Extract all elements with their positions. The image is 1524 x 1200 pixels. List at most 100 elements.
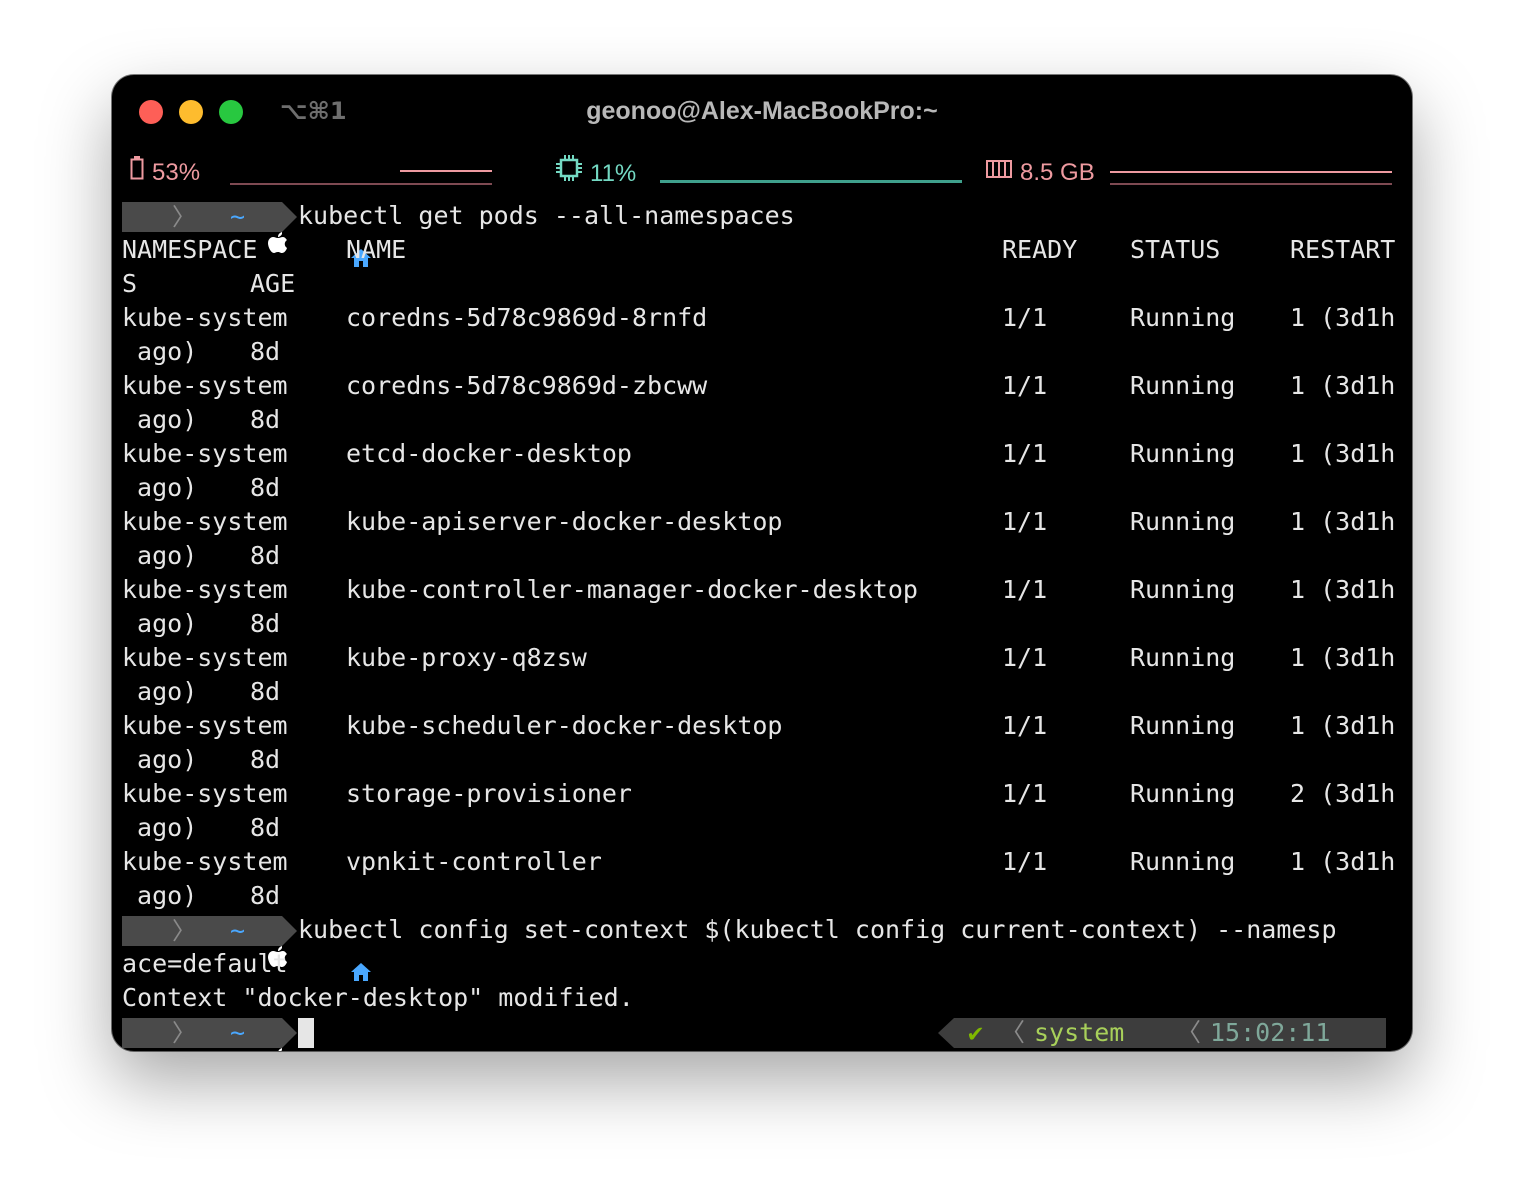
- command-wrap: ace=default: [122, 947, 1412, 981]
- row-namespace: kube-system: [122, 779, 288, 808]
- row-restarts-wrap: ago): [122, 813, 198, 842]
- row-restarts: 2 (3d1h: [1290, 779, 1396, 808]
- row-name: storage-provisioner: [346, 779, 632, 808]
- row-status: Running: [1130, 711, 1236, 740]
- row-ready: 1/1: [1002, 847, 1048, 876]
- terminal-output[interactable]: 〉 ~ kubectl get pods --all-namespaces NA…: [122, 199, 1412, 1051]
- cpu-percent: 11%: [590, 160, 637, 187]
- row-namespace: kube-system: [122, 847, 288, 876]
- row-ready: 1/1: [1002, 575, 1048, 604]
- row-restarts: 1 (3d1h: [1290, 439, 1396, 468]
- row-name: kube-controller-manager-docker-desktop: [346, 575, 918, 604]
- row-name: coredns-5d78c9869d-8rnfd: [346, 303, 708, 332]
- table-row: kube-system kube-scheduler-docker-desktop…: [122, 709, 1412, 743]
- row-age: 8d: [250, 473, 281, 502]
- table-row: kube-system etcd-docker-desktop 1/1 Running…: [122, 437, 1412, 471]
- row-namespace: kube-system: [122, 643, 288, 672]
- row-status: Running: [1130, 575, 1236, 604]
- right-prompt: ✔ 〈 system 〈 15:02:11: [938, 1018, 1386, 1048]
- row-status: Running: [1130, 847, 1236, 876]
- command-text: kubectl get pods --all-namespaces: [298, 201, 795, 230]
- cpu-icon: [556, 155, 582, 192]
- header-namespace: NAMESPACE: [122, 235, 258, 264]
- window-title: geonoo@Alex-MacBookPro:~: [586, 97, 938, 125]
- command-output-text: Context "docker-desktop" modified.: [122, 983, 634, 1012]
- table-row: kube-system kube-apiserver-docker-desktop…: [122, 505, 1412, 539]
- check-icon: ✔: [968, 1018, 984, 1047]
- prompt-dir: ~: [230, 1018, 246, 1047]
- prompt-separator: 〉: [172, 1019, 196, 1047]
- memory-status: 8.5 GB: [986, 155, 1095, 191]
- memory-usage: 8.5 GB: [1020, 159, 1095, 186]
- table-row-wrap: ago) 8d: [122, 471, 1412, 505]
- context-user: system: [1034, 1018, 1125, 1047]
- row-restarts-wrap: ago): [122, 473, 198, 502]
- row-namespace: kube-system: [122, 439, 288, 468]
- battery-graph-peak: [400, 170, 492, 172]
- prompt-segment: 〉 ~: [122, 202, 371, 267]
- home-icon: [200, 922, 371, 981]
- row-ready: 1/1: [1002, 711, 1048, 740]
- row-namespace: kube-system: [122, 507, 288, 536]
- right-prompt-separator: 〈: [1000, 1018, 1026, 1047]
- text-cursor[interactable]: [298, 1018, 314, 1048]
- header-restarts-wrap: S: [122, 269, 138, 298]
- row-name: kube-scheduler-docker-desktop: [346, 711, 783, 740]
- table-row-wrap: ago) 8d: [122, 675, 1412, 709]
- user-home-icon: [1142, 1023, 1162, 1043]
- row-name: vpnkit-controller: [346, 847, 602, 876]
- row-restarts: 1 (3d1h: [1290, 371, 1396, 400]
- header-restarts: RESTART: [1290, 235, 1396, 264]
- row-status: Running: [1130, 779, 1236, 808]
- prompt-segment: 〉 ~: [122, 1018, 297, 1051]
- row-restarts: 1 (3d1h: [1290, 303, 1396, 332]
- row-age: 8d: [250, 609, 281, 638]
- row-restarts-wrap: ago): [122, 677, 198, 706]
- table-row-wrap: ago) 8d: [122, 403, 1412, 437]
- prompt-dir: ~: [230, 202, 246, 231]
- row-age: 8d: [250, 541, 281, 570]
- clock-icon: [1352, 1024, 1370, 1042]
- header-ready: READY: [1002, 235, 1078, 264]
- table-row: kube-system kube-proxy-q8zsw 1/1 Running 1 (…: [122, 641, 1412, 675]
- battery-status: 53%: [130, 155, 200, 191]
- prompt-separator: 〉: [172, 203, 196, 231]
- table-row-wrap: ago) 8d: [122, 539, 1412, 573]
- battery-graph: [230, 183, 492, 185]
- row-age: 8d: [250, 405, 281, 434]
- row-ready: 1/1: [1002, 303, 1048, 332]
- prompt-line: 〉 ~ kubectl get pods --all-namespaces: [122, 199, 1412, 267]
- active-prompt-line[interactable]: 〉 ~ ✔ 〈 system 〈 15:02:11: [122, 1015, 1412, 1051]
- row-restarts: 1 (3d1h: [1290, 847, 1396, 876]
- row-ready: 1/1: [1002, 507, 1048, 536]
- row-restarts: 1 (3d1h: [1290, 507, 1396, 536]
- row-ready: 1/1: [1002, 779, 1048, 808]
- table-row: kube-system kube-controller-manager-docke…: [122, 573, 1412, 607]
- command-text-wrap: ace=default: [122, 949, 288, 978]
- row-name: kube-proxy-q8zsw: [346, 643, 587, 672]
- row-ready: 1/1: [1002, 371, 1048, 400]
- home-icon: [200, 1024, 220, 1042]
- row-restarts-wrap: ago): [122, 405, 198, 434]
- table-row-wrap: ago) 8d: [122, 607, 1412, 641]
- row-restarts: 1 (3d1h: [1290, 643, 1396, 672]
- table-row-wrap: ago) 8d: [122, 335, 1412, 369]
- row-restarts-wrap: ago): [122, 745, 198, 774]
- row-status: Running: [1130, 303, 1236, 332]
- row-restarts: 1 (3d1h: [1290, 575, 1396, 604]
- header-status: STATUS: [1130, 235, 1221, 264]
- row-age: 8d: [250, 813, 281, 842]
- header-name: NAME: [346, 235, 407, 264]
- row-name: coredns-5d78c9869d-zbcww: [346, 371, 708, 400]
- cpu-graph: [660, 180, 962, 183]
- header-age: AGE: [250, 269, 296, 298]
- prompt-segment: 〉 ~: [122, 916, 371, 981]
- table-row-wrap: ago) 8d: [122, 811, 1412, 845]
- right-prompt-separator: 〈: [1176, 1018, 1202, 1047]
- table-row: kube-system coredns-5d78c9869d-8rnfd 1/1 Ru…: [122, 301, 1412, 335]
- row-age: 8d: [250, 745, 281, 774]
- row-status: Running: [1130, 371, 1236, 400]
- prompt-separator: 〉: [172, 917, 196, 945]
- command-output: Context "docker-desktop" modified.: [122, 981, 1412, 1015]
- prompt-line: 〉 ~ kubectl config set-context $(kubectl…: [122, 913, 1412, 981]
